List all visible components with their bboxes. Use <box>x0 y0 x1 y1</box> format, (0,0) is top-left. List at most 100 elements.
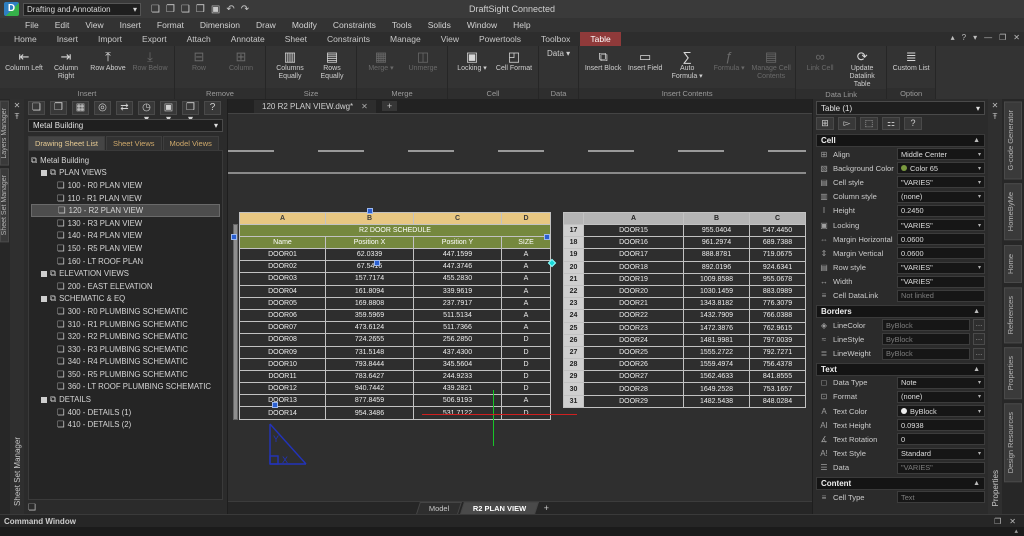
table-cell[interactable]: DOOR22 <box>584 310 684 322</box>
table-cell[interactable]: 792.7271 <box>750 346 806 358</box>
command-window-bar[interactable]: Command Window ❐✕ <box>0 514 1024 527</box>
sheet-160-lt-roof-plan[interactable]: ❏160 - LT ROOF PLAN <box>31 255 220 268</box>
row-number-cell[interactable]: 25 <box>564 322 584 334</box>
sheet-400-details-1[interactable]: ❏400 - DETAILS (1) <box>31 406 220 419</box>
menu-constraints[interactable]: Constraints <box>326 19 383 31</box>
column-letter-cell[interactable]: B <box>326 213 414 225</box>
sheet-310-r1-plumbing-schematic[interactable]: ❏310 - R1 PLUMBING SCHEMATIC <box>31 318 220 331</box>
table-cell[interactable]: 888.8781 <box>684 249 750 261</box>
table-cell[interactable]: A <box>502 249 551 261</box>
overflow-door-table[interactable]: ABC17DOOR15955.0404547.445018DOOR16961.2… <box>563 212 806 408</box>
sheet-340-r4-plumbing-schematic[interactable]: ❏340 - R4 PLUMBING SCHEMATIC <box>31 356 220 369</box>
restore-icon[interactable]: ❐ <box>999 33 1006 42</box>
browse-button[interactable]: … <box>973 333 985 345</box>
table-cell[interactable]: 766.0388 <box>750 310 806 322</box>
redo-icon[interactable]: ↷ <box>241 4 249 15</box>
table-cell[interactable]: DOOR09 <box>240 346 326 358</box>
property-value-background-color[interactable]: Color 65▾ <box>897 162 985 174</box>
table-cell[interactable]: A <box>502 285 551 297</box>
table-cell[interactable]: 1481.9981 <box>684 334 750 346</box>
pin-icon[interactable]: Ŧ <box>15 112 20 121</box>
collapse-icon[interactable]: ▲ <box>973 366 980 373</box>
row-number-cell[interactable]: 21 <box>564 273 584 285</box>
details-toggle-icon[interactable]: ❏ <box>28 502 36 513</box>
select-matching-icon[interactable]: ⬚ <box>860 117 878 130</box>
row-number-cell[interactable]: 26 <box>564 334 584 346</box>
row-number-cell[interactable]: 27 <box>564 346 584 358</box>
table-cell[interactable]: 783.6427 <box>326 370 414 382</box>
row-number-cell[interactable]: 24 <box>564 310 584 322</box>
ribbon-collapse-icon[interactable]: ▴ <box>951 33 955 42</box>
property-value-text-rotation[interactable]: 0 <box>897 433 985 445</box>
table-cell[interactable]: D <box>502 358 551 370</box>
grip-handle[interactable] <box>367 208 373 214</box>
collapse-icon[interactable]: ▲ <box>973 137 980 144</box>
column-letter-cell[interactable]: A <box>240 213 326 225</box>
ribbon-tab-powertools[interactable]: Powertools <box>469 32 531 46</box>
table-cell[interactable]: DOOR27 <box>584 371 684 383</box>
property-value-row-style[interactable]: "VARIES"▾ <box>897 262 985 274</box>
row-number-cell[interactable]: 31 <box>564 395 584 407</box>
table-cell[interactable]: 883.0989 <box>750 285 806 297</box>
menu-format[interactable]: Format <box>150 19 191 31</box>
column-letter-cell[interactable]: D <box>502 213 551 225</box>
sheet-320-r2-plumbing-schematic[interactable]: ❏320 - R2 PLUMBING SCHEMATIC <box>31 330 220 343</box>
ribbon-button-insert-field[interactable]: ▭Insert Field <box>625 48 665 73</box>
edge-tab-homebyme[interactable]: HomeByMe <box>1004 183 1022 240</box>
table-cell[interactable]: 961.2974 <box>684 237 750 249</box>
property-value-width[interactable]: "VARIES" <box>897 276 985 288</box>
table-cell[interactable]: 753.1657 <box>750 383 806 395</box>
ribbon-tab-view[interactable]: View <box>431 32 469 46</box>
menu-file[interactable]: File <box>18 19 46 31</box>
close-icon[interactable]: ✕ <box>361 102 368 111</box>
grip-handle[interactable] <box>544 234 550 240</box>
table-cell[interactable]: 724.2655 <box>326 334 414 346</box>
table-cell[interactable]: 940.7442 <box>326 383 414 395</box>
table-cell[interactable]: 447.3746 <box>414 261 502 273</box>
table-cell[interactable]: DOOR17 <box>584 249 684 261</box>
property-value-locking[interactable]: "VARIES"▾ <box>897 219 985 231</box>
minimize-icon[interactable]: — <box>984 33 992 42</box>
table-cell[interactable]: 473.6124 <box>326 322 414 334</box>
column-letter-cell[interactable]: C <box>750 213 806 225</box>
sheet-set-dropdown[interactable]: Metal Building ▾ <box>28 119 223 132</box>
table-cell[interactable]: DOOR12 <box>240 383 326 395</box>
ribbon-button-column-left[interactable]: ⇤Column Left <box>4 48 44 73</box>
table-cell[interactable]: DOOR20 <box>584 285 684 297</box>
table-cell[interactable]: 447.1599 <box>414 249 502 261</box>
grip-handle[interactable] <box>272 402 278 408</box>
table-cell[interactable]: 924.6341 <box>750 261 806 273</box>
sheet-selection-icon[interactable]: ▦ <box>72 101 89 115</box>
table-cell[interactable]: 719.0675 <box>750 249 806 261</box>
table-cell[interactable]: 511.5134 <box>414 309 502 321</box>
table-cell[interactable]: DOOR10 <box>240 358 326 370</box>
ribbon-button-auto-formula[interactable]: ∑Auto Formula ▾ <box>667 48 707 81</box>
table-cell[interactable]: DOOR01 <box>240 249 326 261</box>
ribbon-button-row-above[interactable]: ⤒Row Above <box>88 48 128 73</box>
sheet-410-details-2[interactable]: ❏410 - DETAILS (2) <box>31 418 220 431</box>
help-menu-icon[interactable]: ▾ <box>973 33 977 42</box>
tab-sheet-views[interactable]: Sheet Views <box>106 136 162 150</box>
sheet-110-r1-plan-view[interactable]: ❏110 - R1 PLAN VIEW <box>31 192 220 205</box>
table-cell[interactable]: DOOR24 <box>584 334 684 346</box>
property-value-margin-vertical[interactable]: 0.0600 <box>897 247 985 259</box>
tree-group-elevation-views[interactable]: ⧉ELEVATION VIEWS <box>31 267 220 280</box>
table-cell[interactable]: 157.7174 <box>326 273 414 285</box>
table-cell[interactable]: 848.0284 <box>750 395 806 407</box>
model-canvas[interactable]: ABCDR2 DOOR SCHEDULENamePosition XPositi… <box>228 114 812 501</box>
close-icon[interactable]: ✕ <box>992 101 999 110</box>
table-cell[interactable]: DOOR03 <box>240 273 326 285</box>
property-value-margin-horizontal[interactable]: 0.0600 <box>897 233 985 245</box>
table-cell[interactable]: DOOR25 <box>584 346 684 358</box>
ribbon-tab-manage[interactable]: Manage <box>380 32 431 46</box>
table-cell[interactable]: 731.5148 <box>326 346 414 358</box>
row-number-cell[interactable]: 30 <box>564 383 584 395</box>
column-letter-cell[interactable]: A <box>584 213 684 225</box>
column-letter-cell[interactable]: C <box>414 213 502 225</box>
table-header-cell[interactable]: Name <box>240 237 326 249</box>
table-cell[interactable]: 762.9615 <box>750 322 806 334</box>
ribbon-tab-table[interactable]: Table <box>580 32 620 46</box>
table-cell[interactable]: DOOR06 <box>240 309 326 321</box>
table-cell[interactable]: DOOR18 <box>584 261 684 273</box>
ribbon-button-insert-block[interactable]: ⧉Insert Block <box>583 48 623 73</box>
